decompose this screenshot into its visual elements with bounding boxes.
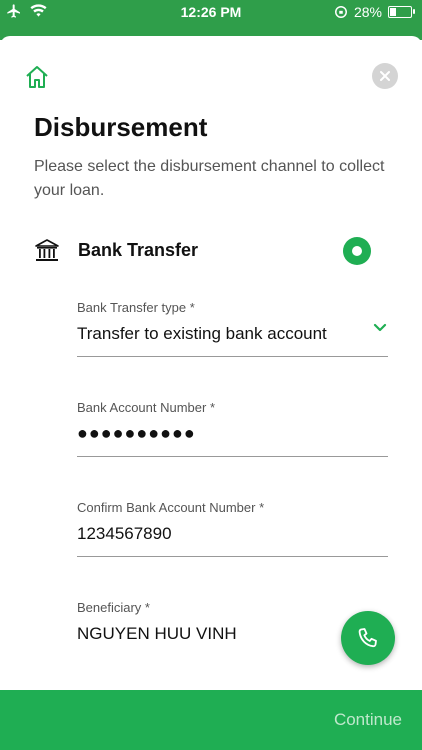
rotation-lock-icon xyxy=(334,6,347,18)
call-button[interactable] xyxy=(341,611,395,665)
status-bar: 12:26 PM 28% xyxy=(0,0,422,24)
bank-icon xyxy=(35,239,59,261)
close-button[interactable] xyxy=(372,63,398,89)
page-subtitle: Please select the disbursement channel t… xyxy=(34,158,385,199)
bank-transfer-label: Bank Transfer xyxy=(78,240,199,260)
transfer-type-select[interactable]: Bank Transfer type * Transfer to existin… xyxy=(77,300,388,357)
account-number-field[interactable]: Bank Account Number * ●●●●●●●●●● xyxy=(77,400,388,457)
phone-icon xyxy=(358,628,377,648)
status-right: 28% xyxy=(334,4,415,20)
battery-percent: 28% xyxy=(353,4,382,20)
beneficiary-value[interactable]: NGUYEN HUU VINH xyxy=(77,624,237,644)
page-title: Disbursement xyxy=(34,112,208,142)
account-number-value[interactable]: ●●●●●●●●●● xyxy=(77,423,196,444)
transfer-type-value: Transfer to existing bank account xyxy=(77,324,327,343)
bank-transfer-radio[interactable] xyxy=(343,237,371,265)
continue-button[interactable]: Continue xyxy=(334,710,402,730)
confirm-account-value[interactable]: 1234567890 xyxy=(77,524,172,544)
confirm-account-label: Confirm Bank Account Number * xyxy=(77,500,265,515)
beneficiary-label: Beneficiary * xyxy=(77,600,150,615)
close-icon xyxy=(380,71,390,81)
confirm-account-field[interactable]: Confirm Bank Account Number * 1234567890 xyxy=(77,500,388,557)
radio-dot xyxy=(352,246,362,256)
account-number-label: Bank Account Number * xyxy=(77,400,216,415)
transfer-type-label: Bank Transfer type * xyxy=(77,300,195,315)
battery-icon xyxy=(388,6,415,18)
bottom-action-bar: Continue xyxy=(0,690,422,750)
home-icon[interactable] xyxy=(24,64,50,90)
chevron-down-icon[interactable] xyxy=(372,320,388,336)
beneficiary-field[interactable]: Beneficiary * NGUYEN HUU VINH xyxy=(77,600,388,656)
